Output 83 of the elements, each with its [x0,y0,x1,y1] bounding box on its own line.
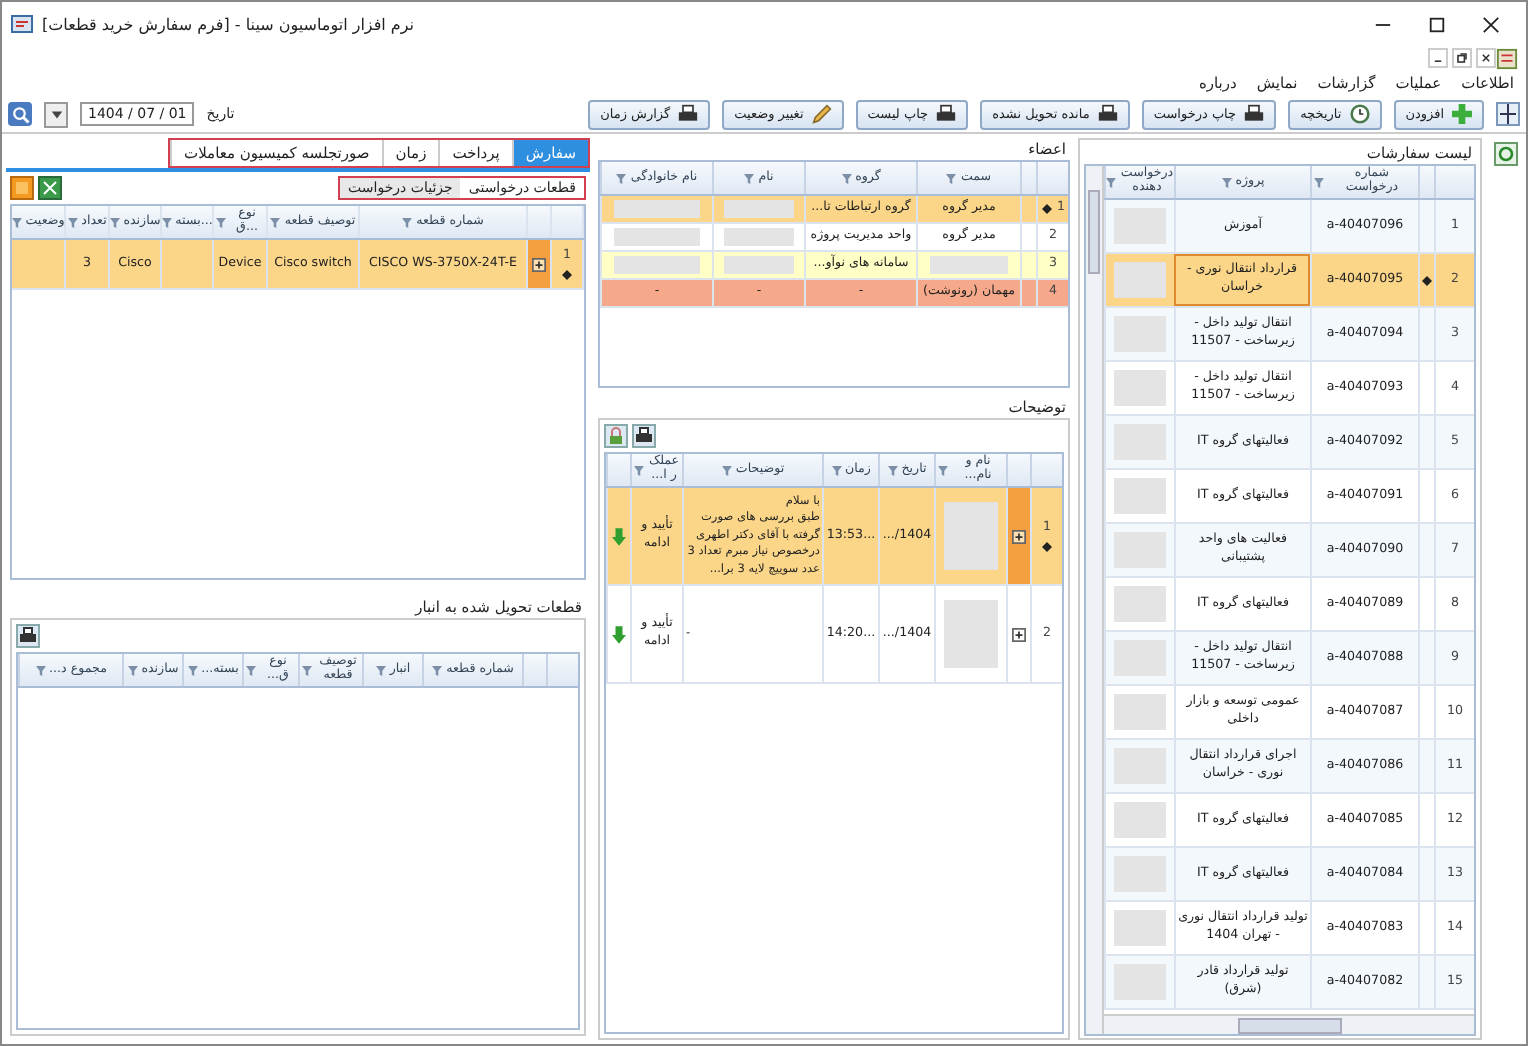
caret-icon [49,107,63,121]
current-row-icon [562,270,572,281]
filter-icon[interactable] [1314,177,1324,187]
pencil-icon [811,104,832,124]
filter-icon[interactable] [721,465,732,475]
redacted-block [1114,693,1166,731]
redacted-block [1114,423,1166,461]
filter-icon[interactable] [402,217,413,227]
filter-icon[interactable] [302,665,312,675]
redacted-block [944,600,998,668]
search-button[interactable] [8,102,32,126]
redacted-block [929,255,1009,275]
window-title: نرم افزار اتوماسیون سینا - [فرم سفارش خرید قطعات] [42,15,415,33]
redacted-block [1114,963,1166,1001]
redacted-block [1114,531,1166,569]
spreadsheet-icon[interactable] [38,176,62,200]
dropdown-button[interactable] [44,101,68,127]
filter-icon[interactable] [67,217,78,227]
filter-icon[interactable] [12,217,22,227]
printer-icon [1097,104,1118,124]
expand-icon[interactable] [1012,627,1026,641]
expand-icon[interactable] [1012,529,1026,543]
filter-icon[interactable] [744,173,755,183]
app-icon [10,12,34,36]
redacted-block [944,502,998,570]
split-icon[interactable] [1496,102,1520,126]
redacted-block [1114,585,1166,623]
redacted-block [1114,477,1166,515]
filter-icon[interactable] [35,665,46,675]
down-arrow-icon[interactable] [612,625,626,643]
printer-icon [1244,104,1265,124]
redacted-block [724,255,794,275]
search-icon [11,105,29,123]
redacted-block [1114,369,1166,407]
printer-icon[interactable] [632,424,656,448]
redacted-block [1114,747,1166,785]
horizontal-scrollbar[interactable] [1104,1014,1474,1034]
filter-icon[interactable] [946,173,957,183]
close-icon[interactable] [1482,15,1500,33]
filter-icon[interactable] [375,665,386,675]
redacted-block [1114,801,1166,839]
filter-icon[interactable] [270,217,281,227]
filter-icon[interactable] [110,217,120,227]
redacted-block [1114,261,1166,299]
clock-icon [1349,104,1370,124]
redacted-block [724,227,794,247]
filter-icon[interactable] [432,665,443,675]
filter-icon[interactable] [887,465,898,475]
redacted-block [1114,855,1166,893]
filter-icon[interactable] [162,217,172,227]
redacted-block [1114,639,1166,677]
printer-icon [678,104,699,124]
filter-icon[interactable] [616,173,627,183]
redacted-block [1114,315,1166,353]
redacted-block [614,255,700,275]
current-row-icon [1042,542,1052,553]
vertical-scrollbar[interactable] [1086,166,1104,1034]
down-arrow-icon[interactable] [612,527,626,545]
redacted-block [724,199,794,219]
redacted-block [614,227,700,247]
expand-icon[interactable] [532,257,546,271]
current-row-icon [1041,204,1051,214]
filter-icon[interactable] [1106,177,1117,187]
refresh-icon[interactable] [1494,142,1518,166]
filter-icon[interactable] [1221,177,1232,187]
filter-icon[interactable] [938,465,948,475]
filter-icon[interactable] [216,217,226,227]
redacted-block [1114,909,1166,947]
filter-icon[interactable] [841,173,852,183]
maximize-icon[interactable] [1428,15,1446,33]
form-icon [1496,47,1518,69]
redacted-block [614,199,700,219]
filter-icon[interactable] [127,665,138,675]
plus-icon [1452,104,1472,124]
current-row-icon [1422,275,1432,285]
redacted-block [1114,207,1166,245]
filter-icon[interactable] [187,665,198,675]
restore-icon[interactable] [1452,48,1472,68]
printer-icon[interactable] [16,624,40,648]
filter-icon[interactable] [246,665,256,675]
printer-icon [936,104,957,124]
filter-icon[interactable] [831,465,842,475]
filter-icon[interactable] [634,465,644,475]
